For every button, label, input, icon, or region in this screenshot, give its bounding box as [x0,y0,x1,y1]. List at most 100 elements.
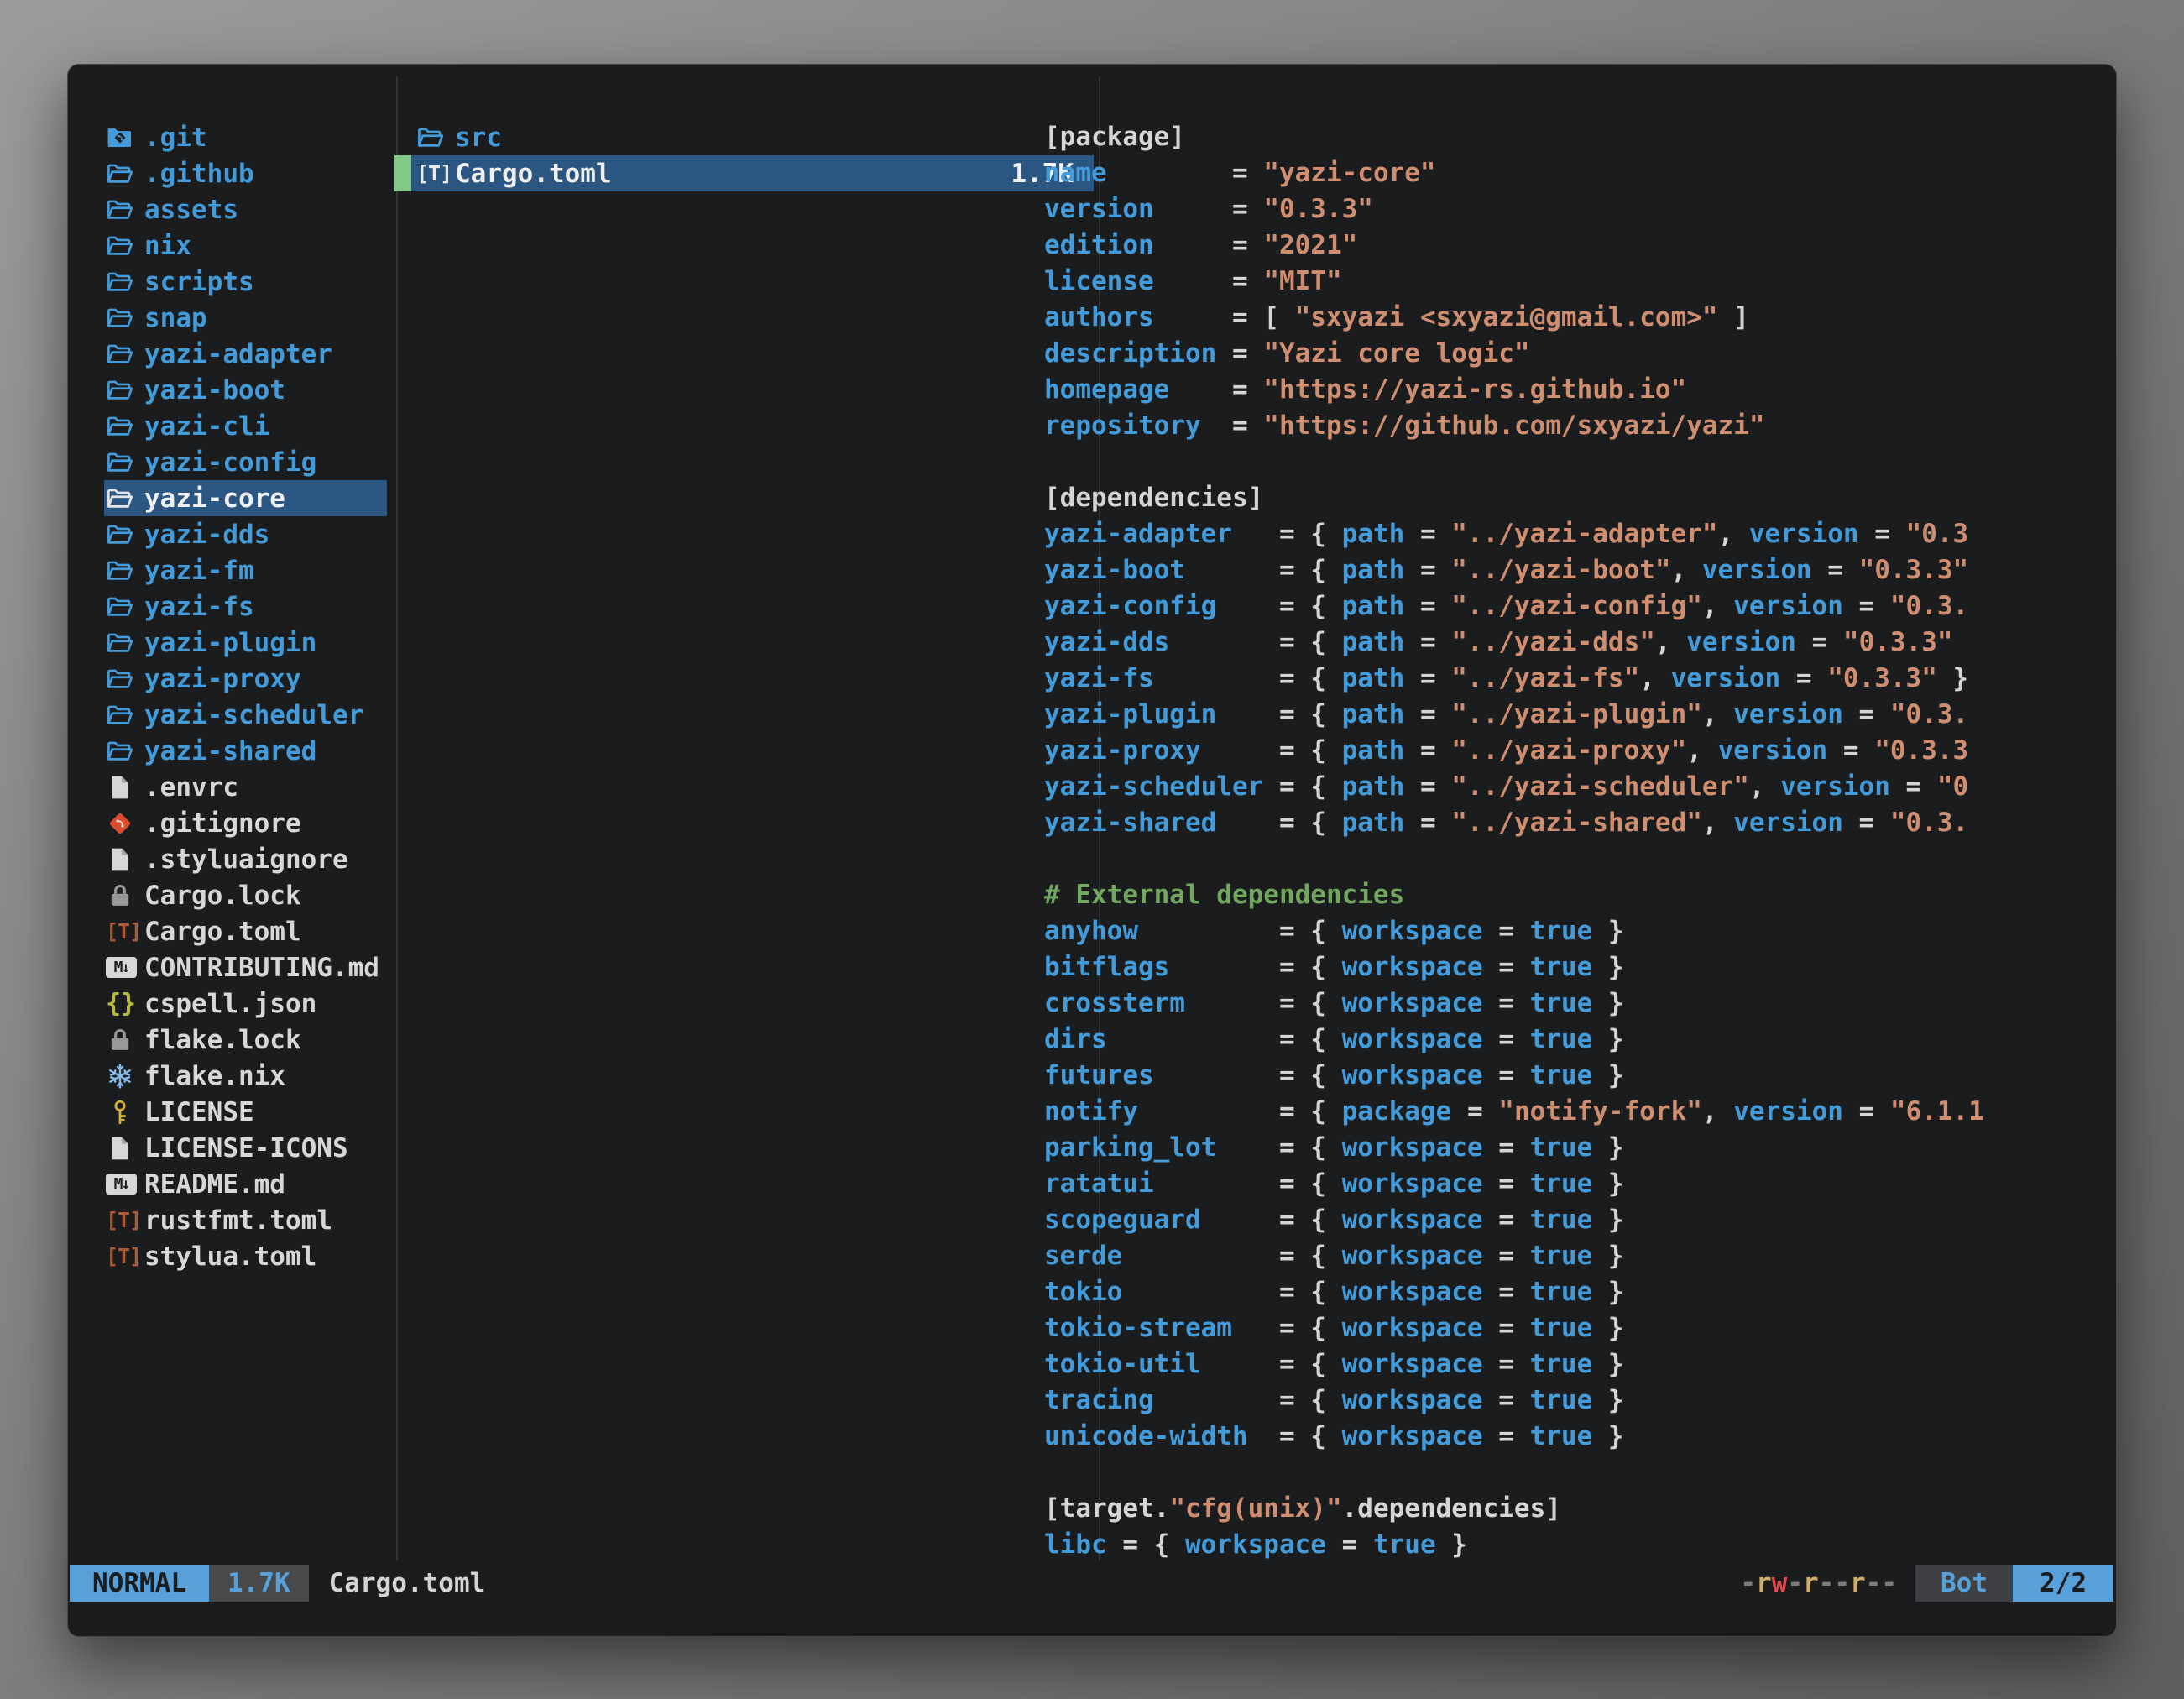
sidebar-item-assets[interactable]: assets [68,191,396,227]
preview-line: unicode-width = { workspace = true } [1044,1419,2095,1455]
preview-line: yazi-adapter = { path = "../yazi-adapter… [1044,516,2095,552]
file-name: .gitignore [144,808,301,839]
middle-item-src[interactable]: src [394,119,1099,155]
folder-open-icon [106,196,144,224]
file-name: yazi-fm [144,556,254,586]
preview-line: yazi-plugin = { path = "../yazi-plugin",… [1044,697,2095,733]
sidebar-item-cspell-json[interactable]: {}cspell.json [68,985,396,1022]
current-directory-pane: src[T]Cargo.toml1.7K [394,119,1099,191]
folder-open-icon [106,557,144,585]
sidebar-item-yazi-plugin[interactable]: yazi-plugin [68,625,396,661]
json-icon: {} [106,989,144,1018]
file-name: .git [144,123,207,153]
file-name: yazi-boot [144,375,285,405]
folder-open-icon [106,412,144,441]
file-name: yazi-core [144,484,285,514]
folder-open-icon [106,232,144,260]
file-name: cspell.json [144,989,316,1019]
preview-line: anyhow = { workspace = true } [1044,913,2095,949]
folder-open-icon [106,340,144,369]
sidebar-item-readme-md[interactable]: M↓README.md [68,1166,396,1202]
sidebar-item-yazi-boot[interactable]: yazi-boot [68,372,396,408]
sidebar-item-license-icons[interactable]: LICENSE-ICONS [68,1130,396,1166]
preview-line: crossterm = { workspace = true } [1044,985,2095,1022]
folder-open-icon [106,629,144,657]
sidebar-item-yazi-config[interactable]: yazi-config [68,444,396,480]
file-name: nix [144,231,191,261]
lock-icon [106,881,144,910]
sidebar-item-yazi-adapter[interactable]: yazi-adapter [68,336,396,372]
toml-icon: [T] [416,161,455,186]
preview-line [1044,841,2095,877]
sidebar-item-cargo-lock[interactable]: Cargo.lock [68,877,396,913]
file-icon [106,845,144,874]
sidebar-item-yazi-fs[interactable]: yazi-fs [68,588,396,625]
preview-line [1044,444,2095,480]
folder-open-icon [416,123,455,152]
preview-line: dirs = { workspace = true } [1044,1022,2095,1058]
sidebar-item-yazi-scheduler[interactable]: yazi-scheduler [68,697,396,733]
sidebar-item-yazi-fm[interactable]: yazi-fm [68,552,396,588]
preview-line: [dependencies] [1044,480,2095,516]
sidebar-item--styluaignore[interactable]: .styluaignore [68,841,396,877]
folder-open-icon [106,701,144,729]
sidebar-item-flake-lock[interactable]: flake.lock [68,1022,396,1058]
file-name: yazi-fs [144,592,254,622]
file-name: snap [144,303,207,333]
file-name: .envrc [144,772,238,802]
preview-line: scopeguard = { workspace = true } [1044,1202,2095,1238]
preview-line: libc = { workspace = true } [1044,1527,2095,1563]
preview-line: tokio = { workspace = true } [1044,1274,2095,1310]
snowflake-icon [106,1062,144,1090]
markdown-icon: M↓ [106,957,144,978]
pane-divider-left [396,76,398,1560]
sidebar-item-contributing-md[interactable]: M↓CONTRIBUTING.md [68,949,396,985]
preview-line: serde = { workspace = true } [1044,1238,2095,1274]
terminal-window: .git.githubassetsnixscriptssnapyazi-adap… [67,64,2117,1637]
cursor-page-indicator: 2/2 [2013,1565,2113,1602]
git-folder-icon [106,123,144,152]
sidebar-item--github[interactable]: .github [68,155,396,191]
preview-line: yazi-proxy = { path = "../yazi-proxy", v… [1044,733,2095,769]
sidebar-item-cargo-toml[interactable]: [T]Cargo.toml [68,913,396,949]
sidebar-item-yazi-shared[interactable]: yazi-shared [68,733,396,769]
sidebar-item--git[interactable]: .git [68,119,396,155]
sidebar-item-stylua-toml[interactable]: [T]stylua.toml [68,1238,396,1274]
sidebar-item-yazi-core[interactable]: yazi-core [68,480,396,516]
folder-open-icon [106,376,144,405]
preview-line: futures = { workspace = true } [1044,1058,2095,1094]
file-size-indicator: 1.7K [209,1565,309,1602]
file-name: Cargo.lock [144,881,301,911]
preview-line: yazi-config = { path = "../yazi-config",… [1044,588,2095,625]
preview-line: yazi-fs = { path = "../yazi-fs", version… [1044,661,2095,697]
sidebar-item--envrc[interactable]: .envrc [68,769,396,805]
file-name: scripts [144,267,254,297]
preview-line: yazi-dds = { path = "../yazi-dds", versi… [1044,625,2095,661]
file-name: stylua.toml [144,1242,316,1272]
sidebar-item-scripts[interactable]: scripts [68,264,396,300]
sidebar-item-flake-nix[interactable]: flake.nix [68,1058,396,1094]
file-name: rustfmt.toml [144,1205,332,1236]
preview-line: license = "MIT" [1044,264,2095,300]
sidebar-item-yazi-proxy[interactable]: yazi-proxy [68,661,396,697]
sidebar-item--gitignore[interactable]: .gitignore [68,805,396,841]
sidebar-item-snap[interactable]: snap [68,300,396,336]
preview-line: bitflags = { workspace = true } [1044,949,2095,985]
markdown-icon: M↓ [106,1174,144,1195]
file-name: src [455,123,502,153]
preview-line: [package] [1044,119,2095,155]
file-name: .github [144,159,254,189]
sidebar-item-rustfmt-toml[interactable]: [T]rustfmt.toml [68,1202,396,1238]
sidebar-item-license[interactable]: LICENSE [68,1094,396,1130]
file-name: yazi-plugin [144,628,316,658]
preview-line: ratatui = { workspace = true } [1044,1166,2095,1202]
file-name: CONTRIBUTING.md [144,953,379,983]
folder-open-icon [106,593,144,621]
folder-open-icon [106,665,144,693]
sidebar-item-nix[interactable]: nix [68,227,396,264]
sidebar-item-yazi-dds[interactable]: yazi-dds [68,516,396,552]
file-name: yazi-proxy [144,664,301,694]
middle-item-cargo-toml[interactable]: [T]Cargo.toml1.7K [394,155,1099,191]
mode-indicator: NORMAL [70,1565,209,1602]
sidebar-item-yazi-cli[interactable]: yazi-cli [68,408,396,444]
